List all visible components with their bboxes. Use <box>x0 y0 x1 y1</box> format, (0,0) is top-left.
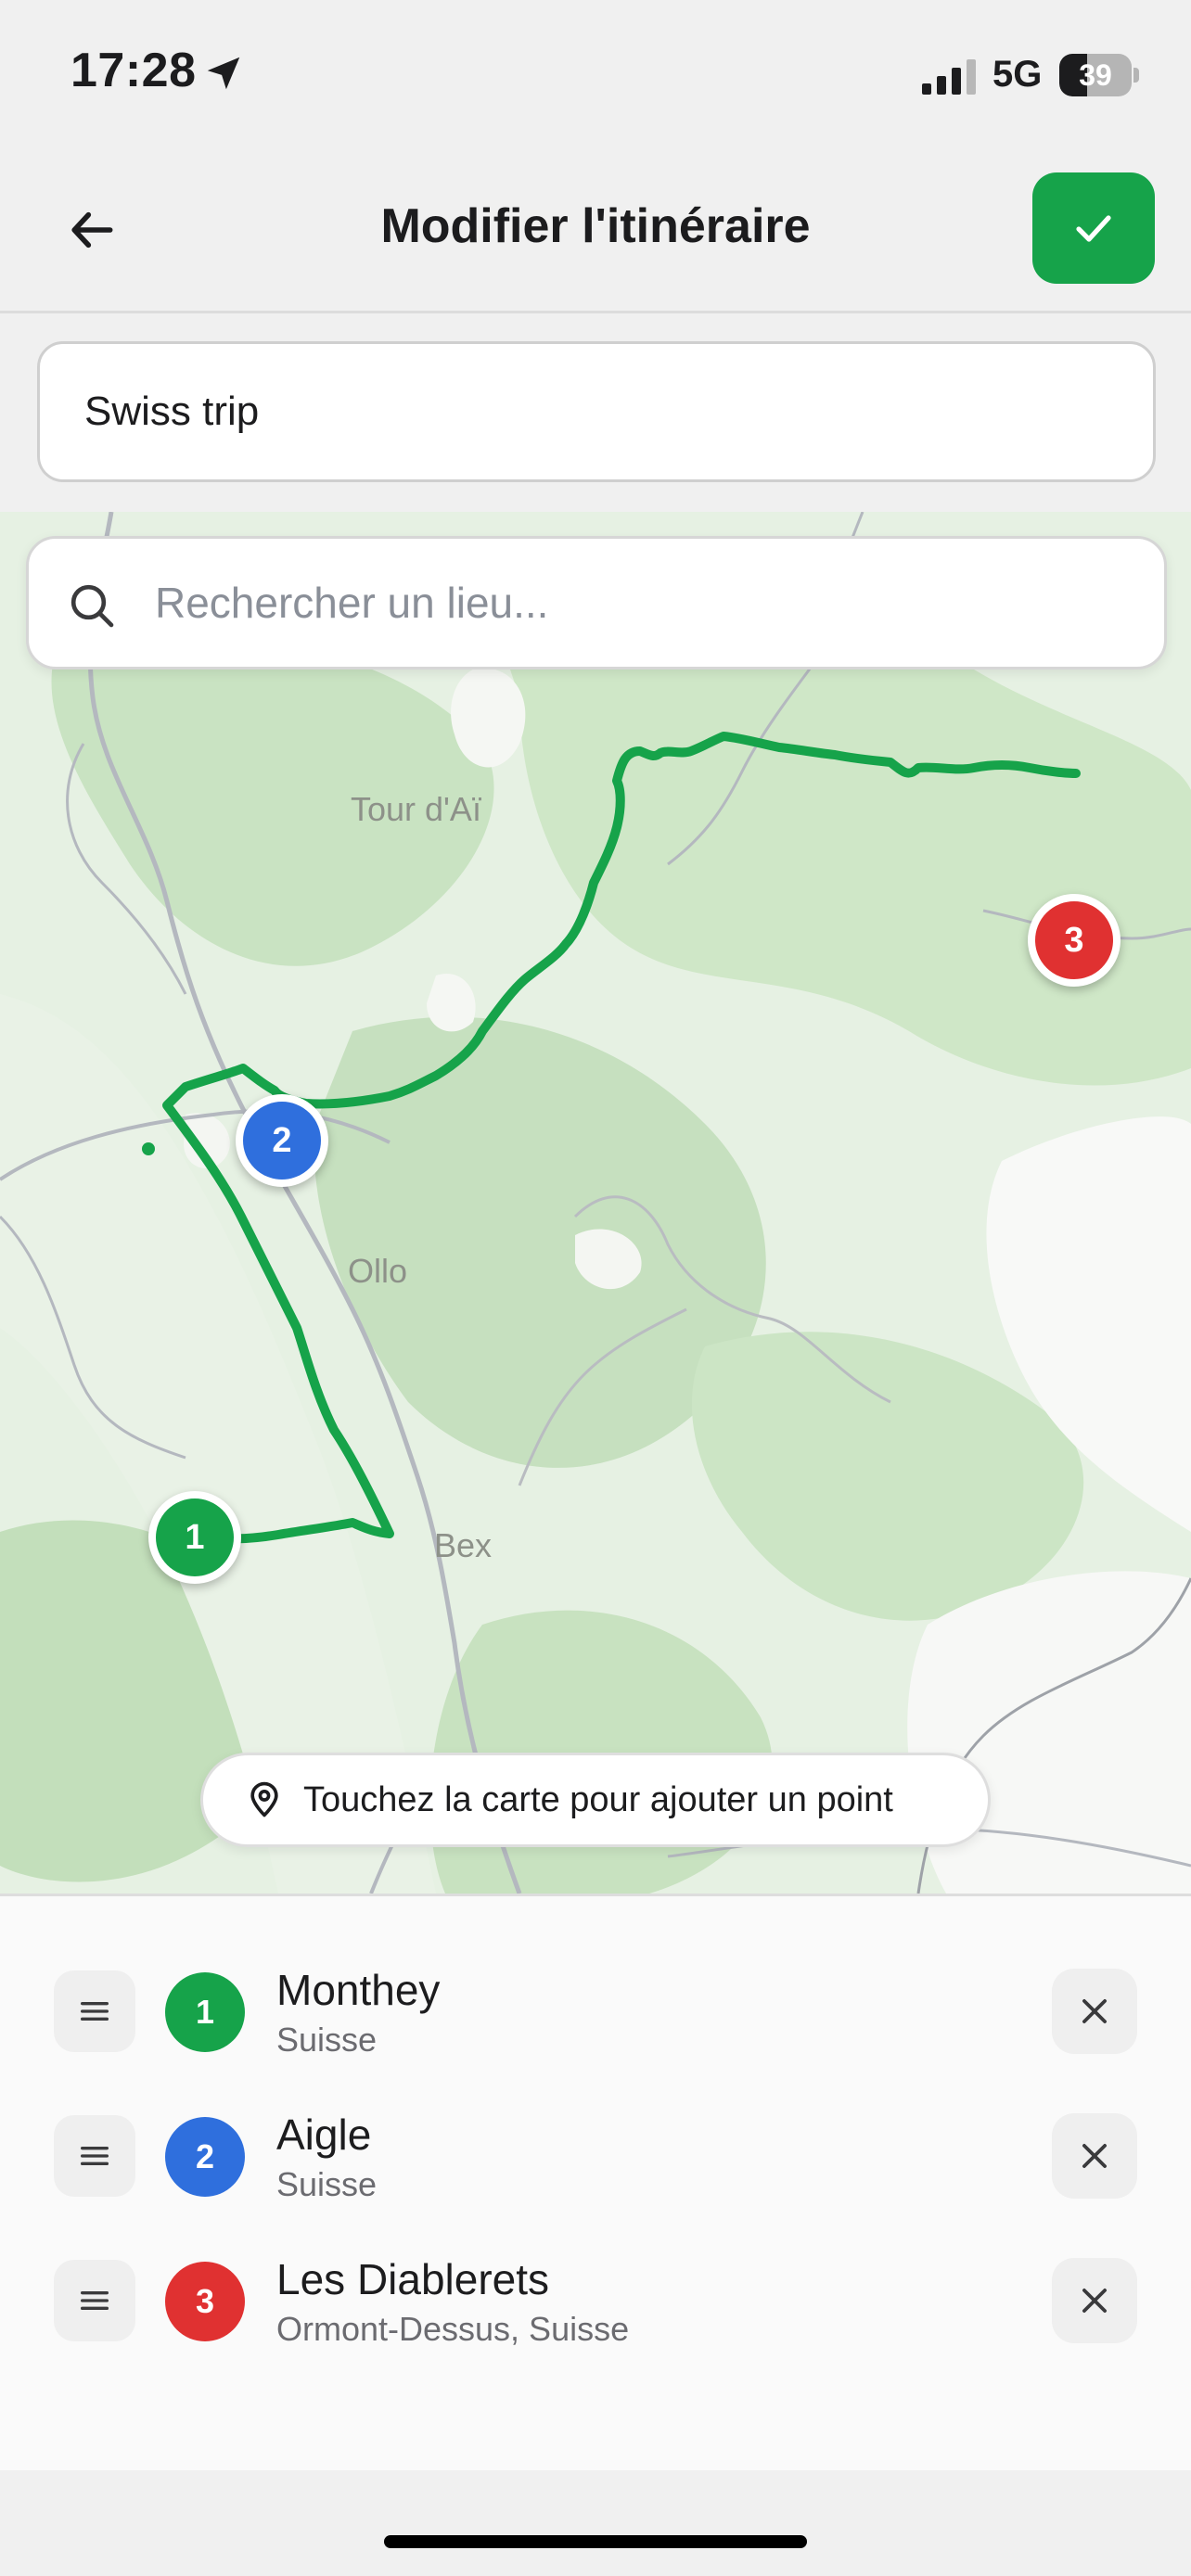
waypoint-name: Aigle <box>276 2111 372 2159</box>
waypoint-subtitle: Suisse <box>276 2165 378 2203</box>
confirm-button[interactable] <box>1032 172 1155 284</box>
drag-handle-icon <box>81 2002 109 2021</box>
waypoint-number-badge: 1 <box>165 1972 245 2052</box>
map-marker-1[interactable]: 1 <box>148 1491 241 1584</box>
waypoint-row-1: 1 Monthey Suisse <box>0 1946 1191 2076</box>
map-label-bex: Bex <box>434 1526 493 1564</box>
waypoint-row-2: 2 Aigle Suisse <box>0 2091 1191 2221</box>
waypoint-subtitle: Suisse <box>276 2021 378 2059</box>
map-label-tour-dai: Tour d'Aï <box>351 790 481 828</box>
location-arrow-icon <box>207 57 240 90</box>
waypoint-name: Les Diablerets <box>276 2255 550 2303</box>
drag-handle[interactable] <box>54 2115 135 2197</box>
waypoint-name: Monthey <box>276 1966 441 2014</box>
map-hint-text: Touchez la carte pour ajouter un point <box>303 1779 893 1819</box>
remove-waypoint-button[interactable] <box>1052 1969 1137 2054</box>
page-title: Modifier l'itinéraire <box>380 199 811 253</box>
drag-handle-icon <box>81 2291 109 2310</box>
battery-icon: 39 <box>1059 54 1139 96</box>
drag-handle-icon <box>81 2147 109 2165</box>
waypoint-number-badge: 2 <box>165 2117 245 2197</box>
close-icon <box>1082 2144 1107 2168</box>
waypoint-number-badge: 3 <box>165 2262 245 2341</box>
close-icon <box>1082 1999 1107 2023</box>
map-hint-pill: Touchez la carte pour ajouter un point <box>200 1753 991 1847</box>
drag-handle[interactable] <box>54 1970 135 2052</box>
status-time: 17:28 <box>70 44 197 97</box>
map-pin-icon <box>250 1781 278 1817</box>
map-canvas <box>0 512 1191 1894</box>
map[interactable]: Tour d'Aï Ollo Bex 3 2 1 Touchez la cart… <box>0 512 1191 1894</box>
cellular-signal-icon <box>922 59 976 95</box>
remove-waypoint-button[interactable] <box>1052 2113 1137 2199</box>
header: Modifier l'itinéraire <box>0 148 1191 313</box>
status-bar: 17:28 5G 39 <box>0 0 1191 148</box>
waypoint-row-3: 3 Les Diablerets Ormont-Dessus, Suisse <box>0 2236 1191 2366</box>
map-label-ollon: Ollo <box>348 1252 408 1290</box>
map-marker-2[interactable]: 2 <box>236 1094 328 1187</box>
network-type: 5G <box>992 54 1043 95</box>
remove-waypoint-button[interactable] <box>1052 2258 1137 2343</box>
map-marker-3[interactable]: 3 <box>1028 894 1121 987</box>
place-search-input[interactable] <box>155 539 1138 667</box>
close-icon <box>1082 2289 1107 2313</box>
checkmark-icon <box>1076 215 1111 242</box>
home-indicator[interactable] <box>384 2535 807 2548</box>
waypoint-subtitle: Ormont-Dessus, Suisse <box>276 2310 630 2348</box>
search-icon <box>70 584 114 628</box>
place-search-box[interactable] <box>26 536 1167 670</box>
battery-percent: 39 <box>1079 58 1112 92</box>
drag-handle[interactable] <box>54 2260 135 2341</box>
trip-name-input[interactable] <box>37 341 1156 482</box>
waypoint-list: 1 Monthey Suisse 2 Aigle Suisse 3 Les Di… <box>0 1894 1191 2470</box>
